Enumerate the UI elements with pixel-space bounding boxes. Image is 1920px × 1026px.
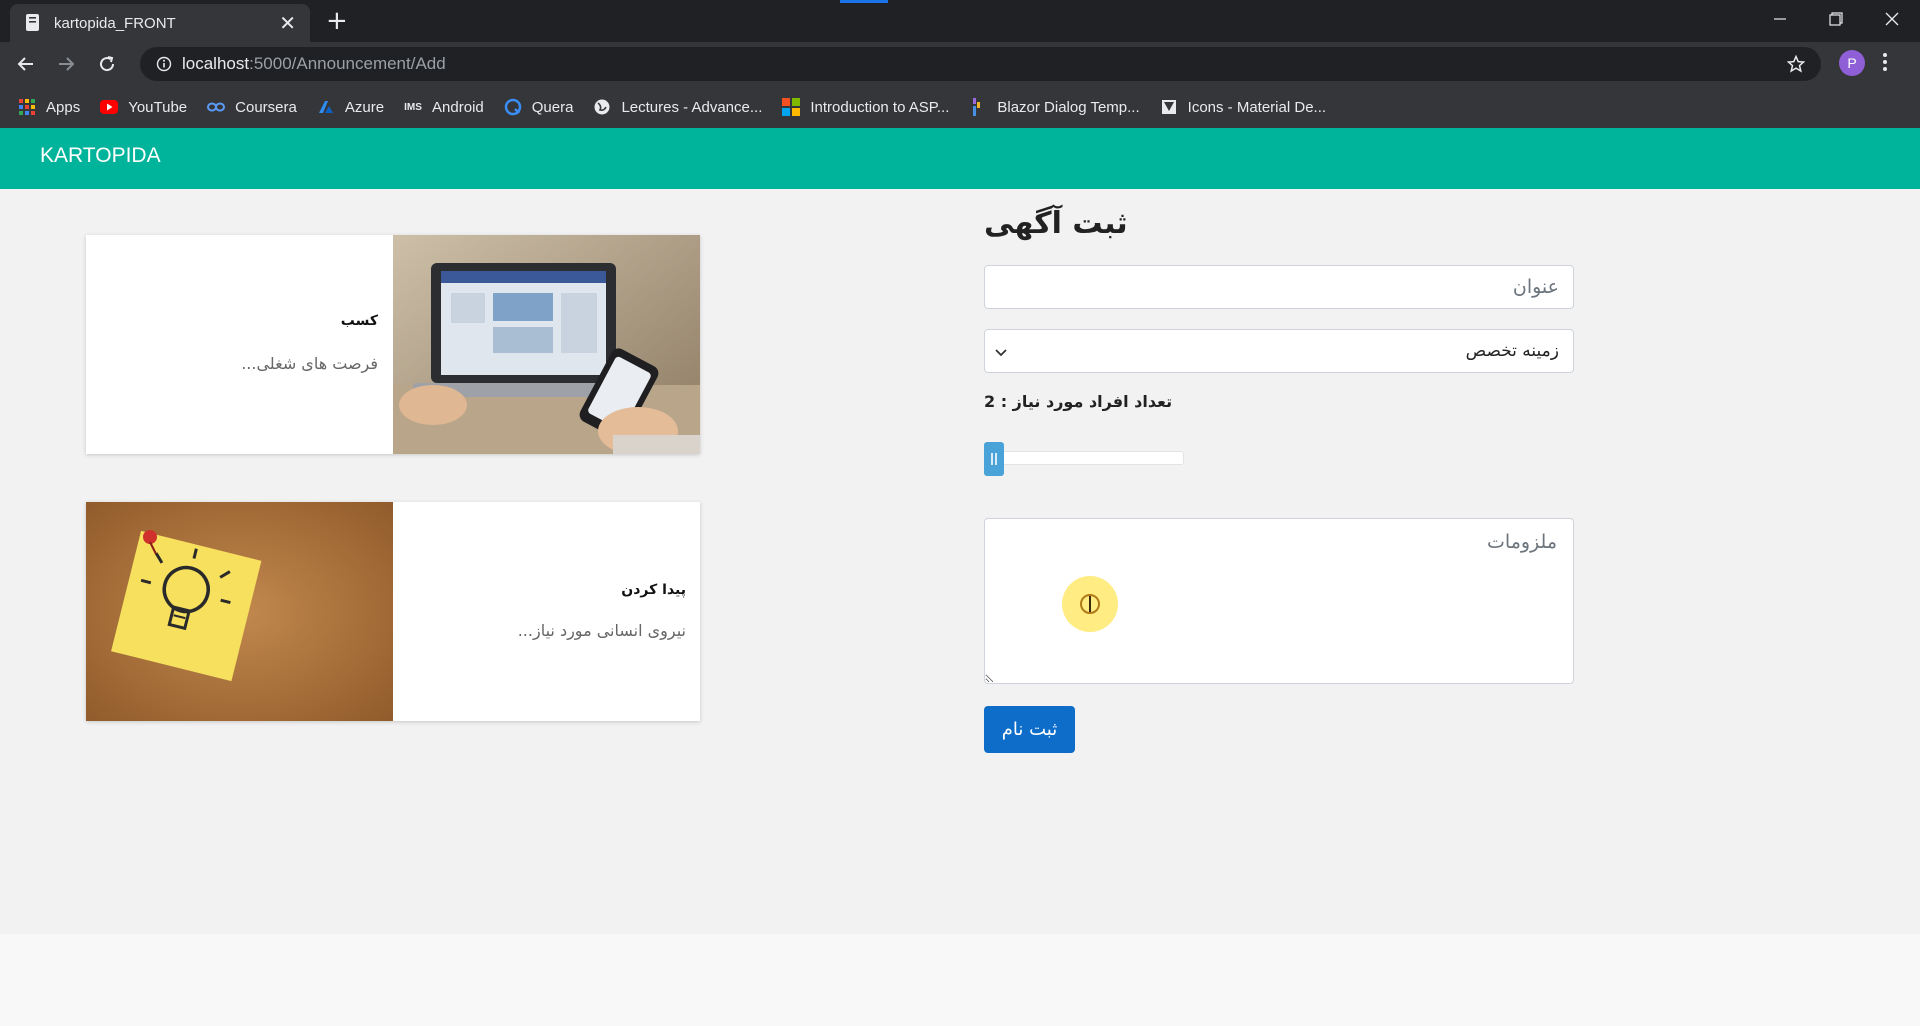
tab-title: kartopida_FRONT xyxy=(54,14,176,32)
text-cursor-icon xyxy=(1080,594,1100,614)
bookmark-label: Android xyxy=(432,98,484,116)
bookmark-quera[interactable]: Quera xyxy=(504,98,574,116)
material-icon xyxy=(1160,98,1178,116)
android-icon: IMS xyxy=(404,101,422,113)
bookmark-label: Introduction to ASP... xyxy=(810,98,950,116)
grip-icon xyxy=(991,453,997,465)
url-path: :5000/Announcement/Add xyxy=(249,54,446,73)
chevron-down-icon xyxy=(995,342,1007,361)
reload-icon[interactable] xyxy=(93,50,121,78)
browser-toolbar: localhost:5000/Announcement/Add P xyxy=(0,42,1920,86)
bookmark-blazor[interactable]: Blazor Dialog Temp... xyxy=(969,98,1140,116)
card-description: نیروی انسانی مورد نیاز... xyxy=(517,621,686,640)
youtube-icon xyxy=(100,98,119,116)
bookmark-label: Icons - Material De... xyxy=(1187,98,1327,116)
bookmark-azure[interactable]: Azure xyxy=(317,98,384,116)
page-title: ثبت آگهی xyxy=(984,206,1128,241)
bookmark-android[interactable]: IMS Android xyxy=(404,98,484,116)
globe-icon xyxy=(593,98,611,116)
bookmark-coursera[interactable]: Coursera xyxy=(207,98,297,116)
bookmark-label: Apps xyxy=(46,98,81,116)
close-window-icon[interactable] xyxy=(1864,0,1920,38)
bookmarks-bar: Apps YouTube Coursera Azure IMS Android … xyxy=(0,86,1920,128)
window-controls xyxy=(1752,0,1920,38)
app-navbar: KARTOPIDA xyxy=(0,128,1920,189)
bookmark-label: Azure xyxy=(344,98,385,116)
required-count-label: تعداد افراد مورد نیاز : 2 xyxy=(984,392,1173,411)
bookmark-label: Lectures - Advance... xyxy=(621,98,763,116)
tabstrip-accent xyxy=(840,0,888,3)
page-footer-area xyxy=(0,934,1920,1026)
bookmark-apps[interactable]: Apps xyxy=(18,98,80,116)
microsoft-icon xyxy=(782,98,801,116)
bookmark-asp[interactable]: Introduction to ASP... xyxy=(782,98,949,116)
bookmark-label: Coursera xyxy=(235,98,297,116)
page-favicon-icon xyxy=(26,14,39,31)
quera-icon xyxy=(504,98,522,116)
forward-icon[interactable] xyxy=(52,50,80,78)
lightbulb-note-photo xyxy=(86,502,393,721)
bookmark-label: Quera xyxy=(531,98,574,116)
count-slider-thumb[interactable] xyxy=(984,442,1004,476)
cursor-highlight xyxy=(1062,576,1118,632)
card-title: پیدا کردن xyxy=(621,582,686,598)
browser-tabstrip: kartopida_FRONT ✕ + xyxy=(0,0,1920,42)
specialty-select[interactable]: زمینه تخصص xyxy=(984,329,1574,373)
minimize-icon[interactable] xyxy=(1752,0,1808,38)
category-card-find[interactable]: پیدا کردن نیروی انسانی مورد نیاز... xyxy=(86,502,700,721)
laptop-phone-photo xyxy=(393,235,700,454)
brand-logo[interactable]: KARTOPIDA xyxy=(40,144,161,168)
title-input[interactable] xyxy=(984,265,1574,309)
new-tab-icon[interactable]: + xyxy=(326,6,348,36)
bookmark-material[interactable]: Icons - Material De... xyxy=(1160,98,1326,116)
browser-tab[interactable]: kartopida_FRONT ✕ xyxy=(10,4,310,42)
bookmark-label: YouTube xyxy=(128,98,188,116)
azure-icon xyxy=(317,98,335,116)
blazor-icon xyxy=(969,98,987,116)
bookmark-label: Blazor Dialog Temp... xyxy=(997,98,1140,116)
apps-grid-icon xyxy=(18,98,36,116)
submit-button[interactable]: ثبت نام xyxy=(984,706,1075,753)
card-title: کسب xyxy=(340,313,378,329)
count-slider-track[interactable] xyxy=(984,451,1184,465)
bookmark-youtube[interactable]: YouTube xyxy=(100,98,187,116)
site-info-icon[interactable] xyxy=(156,56,172,72)
tab-close-icon[interactable]: ✕ xyxy=(279,13,296,33)
back-icon[interactable] xyxy=(12,50,40,78)
bookmark-star-icon[interactable] xyxy=(1786,54,1806,77)
profile-avatar[interactable]: P xyxy=(1839,50,1865,76)
browser-menu-icon[interactable] xyxy=(1882,52,1888,76)
restore-icon[interactable] xyxy=(1808,0,1864,38)
bookmark-lectures[interactable]: Lectures - Advance... xyxy=(593,98,762,116)
card-description: فرصت های شغلی... xyxy=(241,354,378,373)
specialty-selected-value: زمینه تخصص xyxy=(1465,341,1559,361)
address-bar[interactable]: localhost:5000/Announcement/Add xyxy=(140,47,1821,81)
coursera-icon xyxy=(207,98,226,116)
url-host: localhost xyxy=(182,54,250,73)
category-card-business[interactable]: کسب فرصت های شغلی... xyxy=(86,235,700,454)
